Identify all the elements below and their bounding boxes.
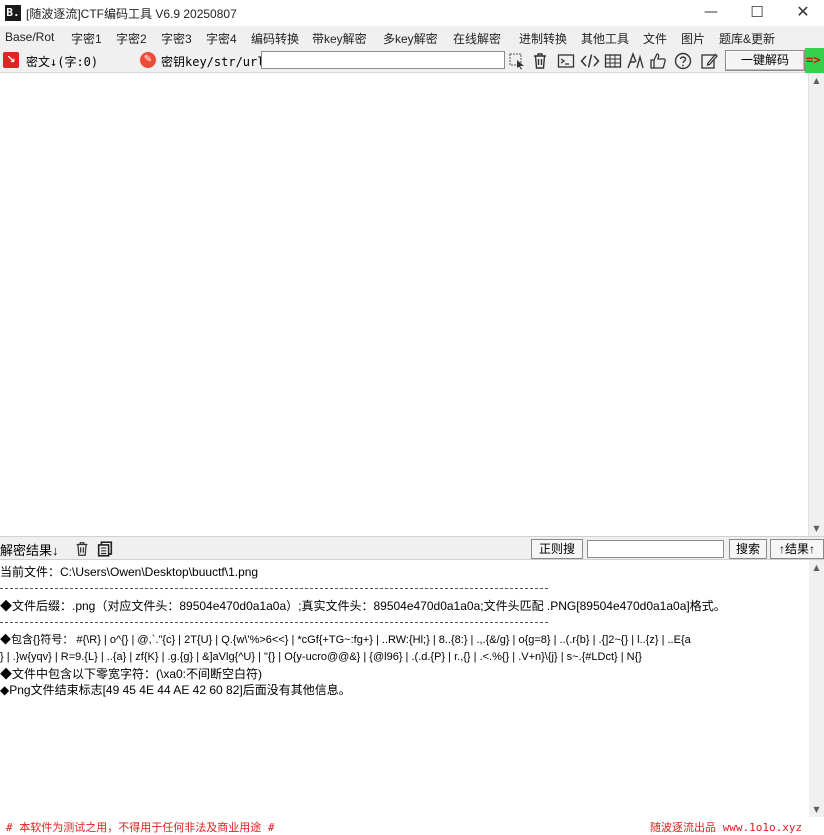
expand-arrow-button[interactable]: => xyxy=(805,48,824,73)
scroll-up-icon[interactable]: ▲ xyxy=(809,560,824,575)
terminal-icon[interactable] xyxy=(556,51,576,71)
font-icon[interactable] xyxy=(625,51,645,71)
menu-zimi2[interactable]: 字密2 xyxy=(116,30,147,47)
menu-other-tools[interactable]: 其他工具 xyxy=(581,30,629,47)
menu-zimi4[interactable]: 字密4 xyxy=(206,30,237,47)
braces-line-continued: } | .}w{yqv} | R=9.{L} | ..{a} | zf{K} |… xyxy=(0,651,642,663)
result-scrollbar[interactable]: ▲ ▼ xyxy=(809,560,824,817)
search-input[interactable] xyxy=(587,540,724,558)
toolbar: ↘ 密文↓(字:0) ✎ 密钥key/str/url: 一键解码 xyxy=(0,48,824,73)
key-label: 密钥key/str/url: xyxy=(161,55,272,69)
menu-multi-key-decrypt[interactable]: 多key解密 xyxy=(383,30,438,47)
current-file-line: 当前文件：C:\Users\Owen\Desktop\buuctf\1.png xyxy=(0,565,259,579)
cipher-input-area[interactable] xyxy=(0,73,809,536)
menu-base-rot[interactable]: Base/Rot xyxy=(5,30,54,44)
separator xyxy=(0,588,548,589)
cursor-icon[interactable] xyxy=(507,51,527,71)
scroll-down-icon[interactable]: ▼ xyxy=(809,521,824,536)
key-input[interactable] xyxy=(261,51,505,69)
disclaimer-text: # 本软件为测试之用，不得用于任何非法及商业用途 # xyxy=(6,821,275,834)
help-icon[interactable] xyxy=(673,51,693,71)
title-bar: B. [随波逐流]CTF编码工具 V6.9 20250807 — ☐ ✕ xyxy=(0,0,824,26)
footer: # 本软件为测试之用，不得用于任何非法及商业用途 # 随波逐流出品 www.1o… xyxy=(0,817,824,835)
result-output-area[interactable]: 当前文件：C:\Users\Owen\Desktop\buuctf\1.png … xyxy=(0,560,809,817)
menu-online-decrypt[interactable]: 在线解密 xyxy=(453,30,501,47)
scroll-up-icon[interactable]: ▲ xyxy=(809,73,824,88)
reverse-icon[interactable]: ↘ xyxy=(3,52,19,68)
menu-zimi3[interactable]: 字密3 xyxy=(161,30,192,47)
window-title: [随波逐流]CTF编码工具 V6.9 20250807 xyxy=(26,7,237,21)
maximize-button[interactable]: ☐ xyxy=(734,0,780,26)
zero-width-line: ◆文件中包含以下零宽字符：(\xa0:不间断空白符) xyxy=(0,667,263,681)
keyboard-icon[interactable] xyxy=(603,51,623,71)
minimize-button[interactable]: — xyxy=(688,0,734,26)
menu-zimi1[interactable]: 字密1 xyxy=(71,30,102,47)
menu-file[interactable]: 文件 xyxy=(643,30,667,47)
regex-search-button[interactable]: 正则搜 xyxy=(531,539,583,559)
menu-question-bank-update[interactable]: 题库&更新 xyxy=(719,30,775,47)
braces-line: ◆包含{}符号： #{\R} | o^{} | @,`."{c} | 2T{U}… xyxy=(0,634,691,646)
menu-image[interactable]: 图片 xyxy=(681,30,705,47)
menu-encoding-convert[interactable]: 编码转换 xyxy=(251,30,299,47)
separator xyxy=(0,622,548,623)
trash-icon[interactable] xyxy=(73,540,91,558)
close-button[interactable]: ✕ xyxy=(780,0,824,26)
app-icon: B. xyxy=(5,5,21,21)
one-click-decode-button[interactable]: 一键解码 xyxy=(725,50,805,71)
menu-bar: Base/Rot 字密1 字密2 字密3 字密4 编码转换 带key解密 多ke… xyxy=(0,26,824,48)
author-link[interactable]: 随波逐流出品 www.1o1o.xyz xyxy=(650,819,802,835)
input-scrollbar[interactable]: ▲ ▼ xyxy=(809,73,824,536)
thumbs-up-icon[interactable] xyxy=(648,51,668,71)
copy-icon[interactable] xyxy=(96,540,114,558)
cipher-label: 密文↓(字:0) xyxy=(26,55,99,69)
result-label: 解密结果↓ xyxy=(0,543,59,558)
code-icon[interactable] xyxy=(580,51,600,71)
menu-base-convert[interactable]: 进制转换 xyxy=(519,30,567,47)
result-swap-button[interactable]: ↑结果↑ xyxy=(770,539,824,559)
trash-icon[interactable] xyxy=(530,51,550,71)
result-toolbar: 解密结果↓ 正则搜 搜索 ↑结果↑ xyxy=(0,536,824,560)
edit-icon[interactable] xyxy=(699,51,719,71)
png-end-line: ◆Png文件结束标志[49 45 4E 44 AE 42 60 82]后面没有其… xyxy=(0,683,351,697)
scroll-down-icon[interactable]: ▼ xyxy=(809,802,824,817)
menu-key-decrypt[interactable]: 带key解密 xyxy=(312,30,367,47)
key-icon[interactable]: ✎ xyxy=(140,52,156,68)
file-suffix-line: ◆文件后缀：.png（对应文件头：89504e470d0a1a0a）;真实文件头… xyxy=(0,599,726,613)
search-button[interactable]: 搜索 xyxy=(729,539,767,559)
